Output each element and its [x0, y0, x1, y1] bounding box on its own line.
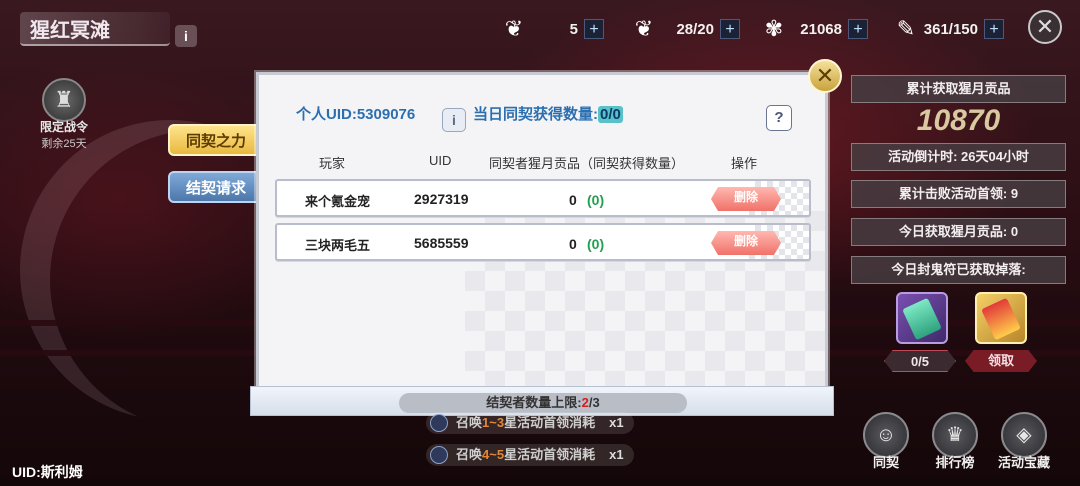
coin-icon — [430, 414, 448, 432]
close-icon[interactable]: ✕ — [1028, 10, 1062, 44]
column-player: 玩家 — [319, 156, 346, 171]
delete-button[interactable]: 删除 — [711, 231, 781, 255]
event-countdown: 活动倒计时: 26天04小时 — [851, 143, 1066, 171]
total-tribute-label: 累计获取猩月贡品 — [851, 75, 1066, 103]
coral-icon: ✾ — [764, 16, 784, 41]
tab-bond-power[interactable]: 同契之力 — [168, 124, 264, 156]
battlepass-title: 限定战令 — [39, 120, 88, 134]
column-action: 操作 — [731, 156, 758, 171]
ranking-nav-button[interactable]: ♛ 排行榜 — [925, 412, 985, 471]
summon-cost-1-3: 召唤1~3星活动首领消耗 x1 — [426, 412, 634, 434]
resource-value: 5 — [569, 20, 578, 38]
player-uid-label: UID:斯利姆 — [12, 464, 83, 480]
player-name: 来个氪金宠 — [305, 194, 371, 209]
resource-coral: ✾ 21068 + — [760, 14, 870, 44]
resource-feather: ✎ 361/150 + — [892, 14, 1006, 44]
coin-icon — [430, 446, 448, 464]
add-resource-button[interactable]: + — [584, 19, 604, 39]
today-tribute: 今日获取猩月贡品: 0 — [851, 218, 1066, 246]
personal-uid: 个人UID:5309076 — [296, 106, 416, 123]
summon-cost-4-5: 召唤4~5星活动首领消耗 x1 — [426, 444, 634, 466]
resource-value: 28/20 — [676, 20, 714, 38]
player-uid: 2927319 — [414, 191, 469, 207]
ticket-icon: ❦ — [634, 16, 654, 41]
daily-bond-count: 当日同契获得数量: 0/0 — [473, 106, 623, 123]
stage-title: 猩红冥滩 — [20, 12, 170, 46]
close-icon[interactable]: ✕ — [808, 59, 842, 93]
add-resource-button[interactable]: + — [720, 19, 740, 39]
boss-kills: 累计击败活动首领: 9 — [851, 180, 1066, 208]
bond-limit-label: 结契者数量上限:2/3 — [399, 393, 687, 413]
bond-bonus-value: (0) — [587, 192, 605, 208]
claim-button[interactable]: 领取 — [965, 350, 1037, 372]
resource-ticket-a: ❦ 5 + — [500, 14, 610, 44]
resource-value: 21068 — [800, 20, 842, 38]
daily-count-value: 0/0 — [598, 106, 623, 123]
table-row: 三块两毛五 5685559 0 (0) 删除 — [275, 223, 811, 261]
resource-value: 361/150 — [923, 20, 978, 38]
total-tribute-value: 10870 — [916, 104, 1001, 137]
add-resource-button[interactable]: + — [984, 19, 1004, 39]
battlepass-button[interactable]: ♜ 限定战令 剩余25天 — [34, 78, 94, 151]
feather-icon: ✎ — [896, 16, 916, 41]
battlepass-icon: ♜ — [42, 78, 86, 122]
bond-bonus-value: (0) — [587, 236, 605, 252]
player-uid: 5685559 — [414, 235, 469, 251]
talisman-item[interactable] — [896, 292, 948, 344]
column-uid: UID — [429, 153, 452, 168]
talisman-icon — [902, 297, 942, 341]
bond-nav-button[interactable]: ☺ 同契 — [856, 412, 916, 471]
resource-ticket-b: ❦ 28/20 + — [630, 14, 744, 44]
delete-button[interactable]: 删除 — [711, 187, 781, 211]
reward-icon — [981, 297, 1021, 341]
table-row: 来个氪金宠 2927319 0 (0) 删除 — [275, 179, 811, 217]
add-resource-button[interactable]: + — [848, 19, 868, 39]
bond-panel: 个人UID:5309076 i 当日同契获得数量: 0/0 ? 玩家 UID 同契… — [256, 72, 828, 394]
stage-info-button[interactable]: i — [175, 25, 197, 47]
battlepass-remaining: 剩余25天 — [41, 138, 87, 150]
help-button[interactable]: ? — [766, 105, 792, 131]
info-button[interactable]: i — [442, 108, 466, 132]
column-tribute: 同契者猩月贡品（同契获得数量） — [489, 156, 685, 171]
bond-limit-current: 2 — [581, 395, 589, 410]
talisman-count: 0/5 — [884, 350, 956, 372]
tribute-value: 0 — [569, 192, 577, 208]
today-drop: 今日封鬼符已获取掉落: — [851, 256, 1066, 284]
treasure-nav-button[interactable]: ◈ 活动宝藏 — [994, 412, 1054, 471]
reward-item[interactable] — [975, 292, 1027, 344]
ticket-icon: ❦ — [504, 16, 524, 41]
tab-bond-request[interactable]: 结契请求 — [168, 171, 264, 203]
tribute-value: 0 — [569, 236, 577, 252]
player-name: 三块两毛五 — [305, 238, 371, 253]
